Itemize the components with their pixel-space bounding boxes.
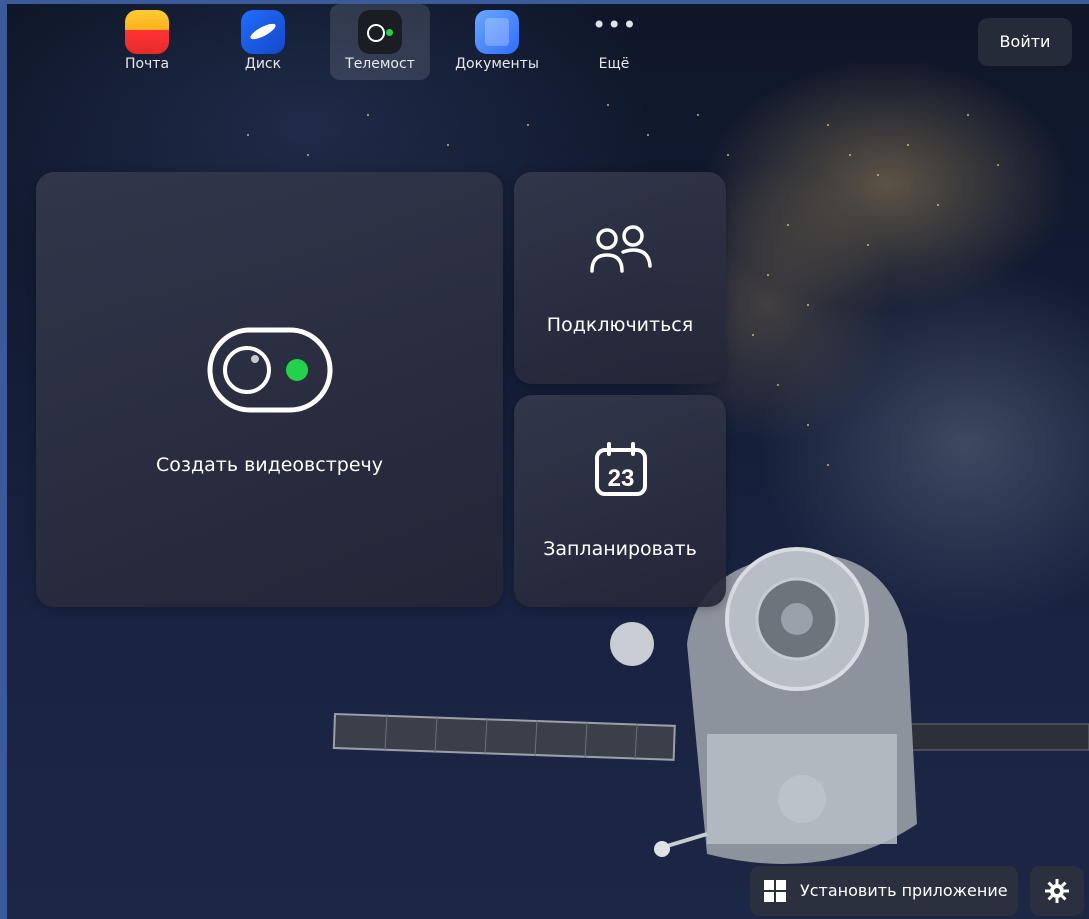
telemost-icon bbox=[358, 10, 402, 54]
app-more-label: Ещё bbox=[598, 56, 630, 72]
install-app-label: Установить приложение bbox=[800, 881, 1008, 900]
create-meeting-label: Создать видеовстречу bbox=[155, 454, 383, 476]
install-app-button[interactable]: Установить приложение bbox=[750, 866, 1018, 916]
settings-button[interactable] bbox=[1030, 866, 1084, 916]
documents-icon bbox=[475, 10, 519, 54]
calendar-day: 23 bbox=[608, 465, 635, 492]
login-button[interactable]: Войти bbox=[978, 18, 1072, 66]
app-frame: Почта Диск Телемост Документы ••• Ещё Во… bbox=[7, 4, 1089, 919]
app-mail[interactable]: Почта bbox=[97, 4, 197, 80]
schedule-label: Запланировать bbox=[543, 538, 697, 560]
app-telemost-label: Телемост bbox=[345, 56, 415, 72]
mail-icon bbox=[125, 10, 169, 54]
windows-icon bbox=[764, 880, 786, 902]
app-telemost[interactable]: Телемост bbox=[330, 4, 430, 80]
app-mail-label: Почта bbox=[124, 56, 170, 72]
gear-icon bbox=[1045, 879, 1069, 903]
more-icon: ••• bbox=[592, 11, 638, 39]
people-icon bbox=[590, 225, 652, 273]
app-more[interactable]: ••• Ещё bbox=[564, 4, 664, 80]
disk-icon bbox=[241, 10, 285, 54]
create-meeting-card[interactable]: Создать видеовстречу bbox=[36, 172, 503, 607]
app-documents[interactable]: Документы bbox=[447, 4, 547, 80]
join-card[interactable]: Подключиться bbox=[514, 172, 726, 384]
app-disk[interactable]: Диск bbox=[213, 4, 313, 80]
schedule-card[interactable]: 23 Запланировать bbox=[514, 395, 726, 607]
video-toggle-icon bbox=[207, 327, 333, 413]
calendar-icon: 23 bbox=[595, 442, 647, 496]
join-label: Подключиться bbox=[546, 314, 694, 336]
app-disk-label: Диск bbox=[244, 56, 282, 72]
app-documents-label: Документы bbox=[455, 56, 539, 72]
